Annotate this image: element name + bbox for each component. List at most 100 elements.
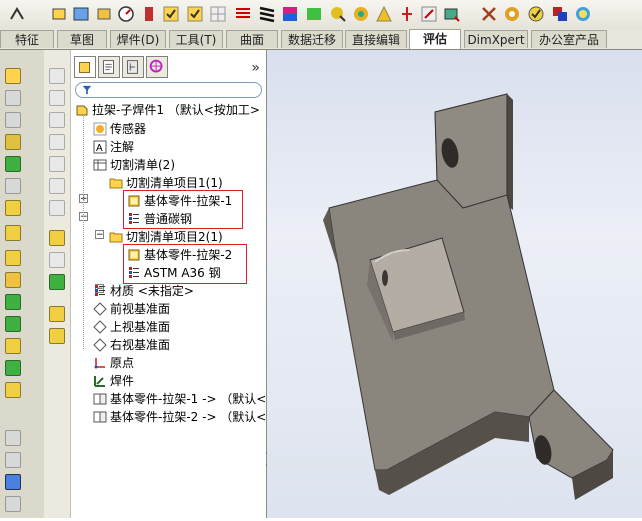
tab-direct-editing[interactable]: 直接编辑 [345,30,407,48]
tree-item-top-plane[interactable]: 上视基准面 [93,318,170,336]
boss-loft-icon[interactable] [49,134,65,150]
thickness-icon[interactable] [398,5,416,23]
convert-icon[interactable] [49,306,65,322]
featuremanager-tabs: » [71,56,266,78]
draft-icon[interactable] [5,294,21,310]
tree-item-derived-part-1[interactable]: 基体零件-拉架-1 -> （默认< [93,390,266,408]
tab-surfaces[interactable]: 曲面 [226,30,278,48]
curves-icon[interactable] [5,452,21,468]
tree-item-weldment[interactable]: 焊件 [93,372,134,390]
tree-item-derived-part-2[interactable]: 基体零件-拉架-2 -> （默认< [93,408,266,426]
draft-analysis-icon[interactable] [329,5,347,23]
plane-icon [93,320,107,334]
tree-lines [83,114,84,350]
command-toolbar [0,50,45,518]
boss-icon[interactable] [49,68,65,84]
appearance-icon[interactable] [574,5,592,23]
tree-item-sensors[interactable]: 传感器 [93,120,146,138]
check-geometry-icon[interactable] [305,5,323,23]
evaluate-icon[interactable] [503,5,521,23]
wrap-icon[interactable] [5,316,21,332]
tree-root-part[interactable]: 拉架-子焊件1 （默认<按加工> [75,101,260,119]
tab-tools[interactable]: 工具(T) [169,30,223,48]
tab-sketch[interactable]: 草图 [57,30,107,48]
grid-icon[interactable] [209,5,227,23]
tab-data-migration[interactable]: 数据迁移 [281,30,343,48]
cut-extrude-icon[interactable] [49,156,65,172]
color-icon[interactable] [551,5,569,23]
feature-tree-tab-icon[interactable] [74,56,96,78]
highlight-box-body-1 [123,190,243,229]
zebra-stripes-icon[interactable] [258,5,276,23]
property-manager-tab-icon[interactable] [98,56,120,78]
tab-features[interactable]: 特征 [0,30,54,48]
fillet-icon[interactable] [5,200,21,216]
sensor-icon[interactable] [480,5,498,23]
zebra-icon[interactable] [234,5,252,23]
sweep-icon[interactable] [5,112,21,128]
tree-item-cut-list[interactable]: 切割清单(2) [93,156,175,174]
tree-item-material[interactable]: 材质 <未指定> [93,282,194,300]
mirror-icon[interactable] [5,382,21,398]
undercut-icon[interactable] [352,5,370,23]
extrude-icon[interactable] [5,68,21,84]
cut-revolve-icon[interactable] [49,178,65,194]
cut-icon[interactable] [5,156,21,172]
chamfer-icon[interactable] [5,225,21,241]
tree-item-annotations[interactable]: A 注解 [93,138,134,156]
instant3d-icon[interactable] [5,474,21,490]
dimxpert-manager-tab-icon[interactable] [146,56,168,78]
tab-office-products[interactable]: 办公室产品 [531,30,607,48]
material-icon [93,284,107,298]
svg-text:A: A [96,143,103,154]
reference-geometry-icon[interactable] [5,430,21,446]
boss-sweep-icon[interactable] [49,112,65,128]
tree-item-origin[interactable]: 原点 [93,354,134,372]
rebuild-icon[interactable] [95,5,113,23]
relations-icon[interactable] [72,5,90,23]
tab-weldments[interactable]: 焊件(D) [110,30,166,48]
configuration-manager-tab-icon[interactable] [122,56,144,78]
measure-icon[interactable] [117,5,135,23]
weldment-part-model[interactable] [267,50,642,518]
parting-line-icon[interactable] [375,5,393,23]
compare-icon[interactable] [443,5,461,23]
collapse-cut-list-item-1-icon[interactable]: − [95,230,104,240]
mass-properties-icon[interactable] [140,5,158,23]
sketch-icon[interactable] [8,5,26,23]
checkbox-icon[interactable] [162,5,180,23]
dome-icon[interactable] [5,338,21,354]
cut-sweep-icon[interactable] [49,200,65,216]
origin-icon [93,356,107,370]
tree-item-right-plane[interactable]: 右视基准面 [93,336,170,354]
expand-tabs-chevron-icon[interactable]: » [251,60,260,76]
plane-icon [93,338,107,352]
tab-dimxpert[interactable]: DimXpert [464,30,528,48]
sketch-tool-icon[interactable] [49,230,65,246]
tool-icon[interactable] [5,496,21,512]
ok-icon[interactable] [527,5,545,23]
offset-icon[interactable] [49,328,65,344]
cut-list-icon [93,158,107,172]
rib-icon[interactable] [5,250,21,266]
curvature-icon[interactable] [281,5,299,23]
boss-revolve-icon[interactable] [49,90,65,106]
hole-icon[interactable] [5,178,21,194]
line-icon[interactable] [49,252,65,268]
checkbox-icon[interactable] [186,5,204,23]
command-manager-tabs: 特征 草图 焊件(D) 工具(T) 曲面 数据迁移 直接编辑 评估 DimXpe… [0,29,642,50]
symmetry-icon[interactable] [420,5,438,23]
featuremanager-panel: » 拉架-子焊件1 （默认<按加工> 传感器 + A注解 − 切割清单(2) −… [71,50,267,518]
revolve-icon[interactable] [5,90,21,106]
smart-dimension-icon[interactable] [50,5,68,23]
graphics-viewport[interactable] [267,50,642,518]
derived-part-icon [93,392,107,406]
feature-tree-filter[interactable] [75,82,262,98]
trim-icon[interactable] [49,274,65,290]
loft-icon[interactable] [5,134,21,150]
tab-evaluate[interactable]: 评估 [409,29,461,49]
shell-icon[interactable] [5,272,21,288]
tree-item-front-plane[interactable]: 前视基准面 [93,300,170,318]
sensor-icon [93,122,107,136]
pattern-icon[interactable] [5,360,21,376]
